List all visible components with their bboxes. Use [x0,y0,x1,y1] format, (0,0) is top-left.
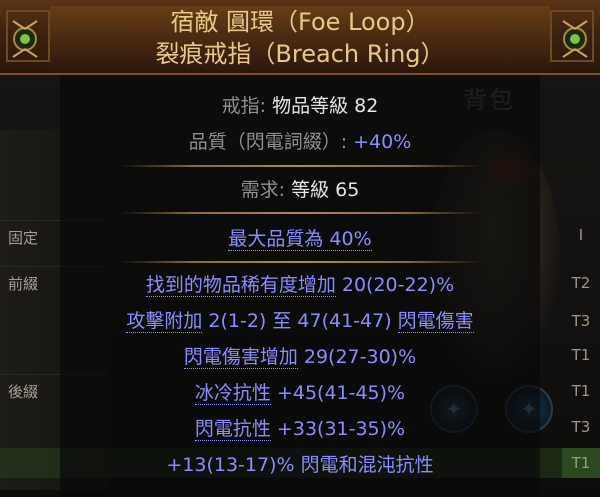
inventory-title: 背包 [463,86,515,114]
tier-label: T1 [571,346,591,364]
gem-socket-icon[interactable]: ✦ [505,385,553,433]
tier-label: T3 [571,312,591,330]
tier-label: T1 [571,382,591,400]
side-tab-prefix[interactable]: 前綴 [0,266,56,308]
mod-tier-sidebar [0,130,110,490]
side-tab-implicit[interactable]: 固定 [0,220,56,262]
side-tab-suffix[interactable]: 後綴 [0,374,56,416]
selected-row-highlight [0,448,600,478]
tier-label: T2 [571,274,591,292]
tier-label: I [578,226,584,244]
inventory-scene: 固定 前綴 後綴 背包 ✦ ✦ I T2 T3 T1 T1 T3 T1 [0,0,600,497]
tier-label: T3 [571,418,591,436]
gem-socket-icon[interactable]: ✦ [430,385,478,433]
